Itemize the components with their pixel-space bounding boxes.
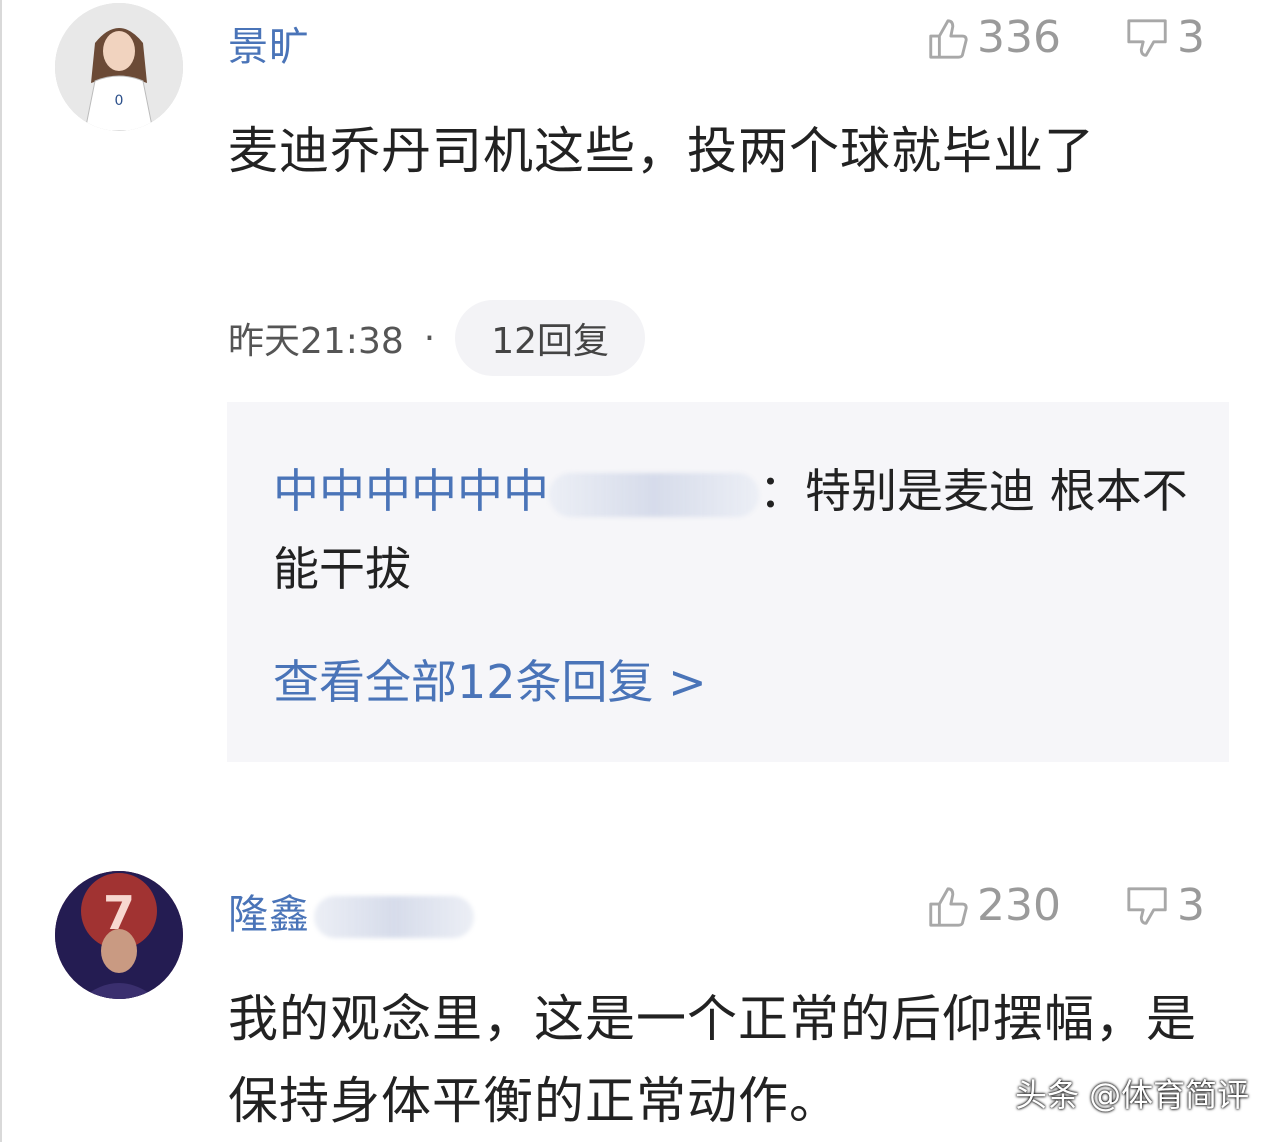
view-all-replies-link[interactable]: 查看全部12条回复 > [273, 646, 707, 712]
dislike-count: 3 [1177, 880, 1205, 931]
reply-preview-box[interactable]: 中中中中中中 ：特别是麦迪 根本不能干拔 查看全部12条回复 > [227, 402, 1229, 762]
blurred-name [549, 472, 759, 517]
thumbs-up-icon [929, 886, 968, 927]
dislike-count: 3 [1177, 12, 1205, 63]
blurred-name [314, 896, 474, 938]
like-count: 230 [977, 880, 1061, 931]
username[interactable]: 隆鑫 [228, 882, 474, 940]
username-text: 隆鑫 [228, 892, 310, 938]
timestamp: 昨天21:38 [228, 321, 404, 362]
thumbs-down-icon [1127, 886, 1167, 925]
reply-author[interactable]: 中中中中中中 [273, 464, 549, 518]
like-button[interactable]: 230 [925, 880, 1061, 931]
dislike-button[interactable]: 3 [1125, 880, 1205, 931]
thumbs-up-icon [929, 18, 968, 59]
avatar-image: 0 [55, 3, 183, 131]
comment-meta: 昨天21:38 · 12回复 [228, 300, 646, 376]
comment-item: 0 景旷 336 3 麦迪乔丹司机这些，投两个球就毕业了 昨天21:38 · 1… [0, 0, 1282, 780]
svg-text:0: 0 [115, 93, 124, 109]
avatar[interactable]: 0 [55, 3, 183, 131]
like-button[interactable]: 336 [925, 12, 1061, 63]
reply-count-button[interactable]: 12回复 [455, 300, 646, 376]
avatar[interactable]: 7 [55, 871, 183, 999]
dislike-button[interactable]: 3 [1125, 12, 1205, 63]
username[interactable]: 景旷 [228, 14, 310, 72]
avatar-image: 7 [55, 871, 183, 999]
reply-preview: 中中中中中中 ：特别是麦迪 根本不能干拔 [273, 452, 1193, 608]
watermark: 头条 @体育简评 [1015, 1076, 1250, 1114]
comment-text: 麦迪乔丹司机这些，投两个球就毕业了 [228, 122, 1095, 180]
reply-colon: ： [759, 464, 805, 518]
like-count: 336 [977, 12, 1061, 63]
thumbs-down-icon [1127, 18, 1167, 57]
separator-dot: · [423, 317, 436, 359]
comment-text: 我的观念里，这是一个正常的后仰摆幅，是保持身体平衡的正常动作。 [228, 990, 1197, 1130]
